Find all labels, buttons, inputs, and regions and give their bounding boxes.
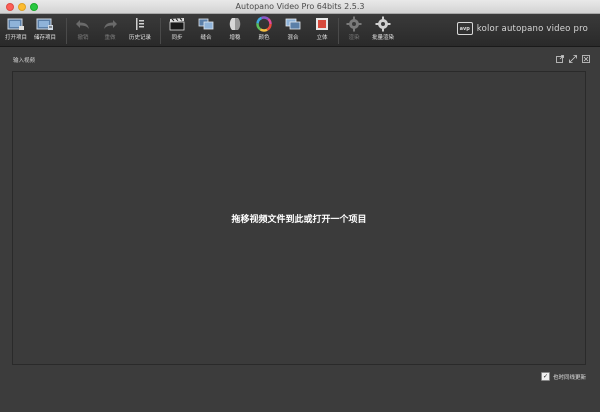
blend-button[interactable]: 混合	[281, 14, 305, 47]
stitch-icon	[197, 16, 215, 32]
batch-render-button[interactable]: 批量渲染	[368, 14, 398, 47]
brand-logo: avp kolor autopano video pro	[456, 22, 588, 35]
avp-logo-icon: avp	[456, 22, 473, 35]
auto-update-label: 也时同线更新	[552, 374, 586, 381]
blend-icon	[284, 16, 302, 32]
panel-controls	[556, 55, 590, 63]
open-project-button[interactable]: 打开项目	[2, 14, 30, 47]
clapper-icon	[168, 16, 186, 32]
title-bar: Autopano Video Pro 64bits 2.5.3	[0, 0, 600, 14]
redo-button[interactable]: 重做	[99, 14, 121, 47]
save-project-icon	[36, 16, 54, 32]
brand-name: kolor autopano video pro	[476, 23, 588, 34]
input-video-panel-header: 输入视频	[4, 52, 594, 70]
main-toolbar: 打开项目 储存项目 撤销 重做 历史记录 同步 缝合 增稳 颜色 混合 立体 渲…	[0, 14, 600, 47]
external-link-icon[interactable]	[556, 55, 564, 63]
auto-update-checkbox[interactable]: ✓	[540, 372, 550, 381]
expand-icon[interactable]	[569, 55, 577, 63]
stabilize-button[interactable]: 增稳	[223, 14, 247, 47]
toolbar-separator	[66, 18, 67, 44]
save-project-button[interactable]: 储存项目	[31, 14, 59, 47]
sync-button[interactable]: 同步	[165, 14, 189, 47]
video-drop-zone[interactable]: 拖移视频文件到此或打开一个项目	[12, 71, 586, 365]
toolbar-separator	[160, 18, 161, 44]
toolbar-separator	[338, 18, 339, 44]
stereo-icon	[313, 16, 331, 32]
undo-icon	[74, 16, 92, 32]
window-title: Autopano Video Pro 64bits 2.5.3	[235, 2, 365, 11]
history-icon	[131, 16, 149, 32]
gear-icon	[345, 16, 363, 32]
redo-icon	[101, 16, 119, 32]
panel-title: 输入视频	[13, 58, 36, 64]
stereo-button[interactable]: 立体	[310, 14, 334, 47]
stitch-button[interactable]: 缝合	[194, 14, 218, 47]
color-button[interactable]: 颜色	[252, 14, 276, 47]
auto-update-option[interactable]: ✓ 也时同线更新	[540, 372, 586, 381]
stabilize-icon	[226, 16, 244, 32]
drop-hint: 拖移视频文件到此或打开一个项目	[231, 214, 367, 225]
render-button[interactable]: 渲染	[343, 14, 365, 47]
undo-button[interactable]: 撤销	[72, 14, 94, 47]
open-project-icon	[7, 16, 25, 32]
color-wheel-icon	[255, 16, 273, 32]
history-button[interactable]: 历史记录	[126, 14, 154, 47]
batch-gear-icon	[374, 16, 392, 32]
close-icon[interactable]	[582, 55, 590, 63]
